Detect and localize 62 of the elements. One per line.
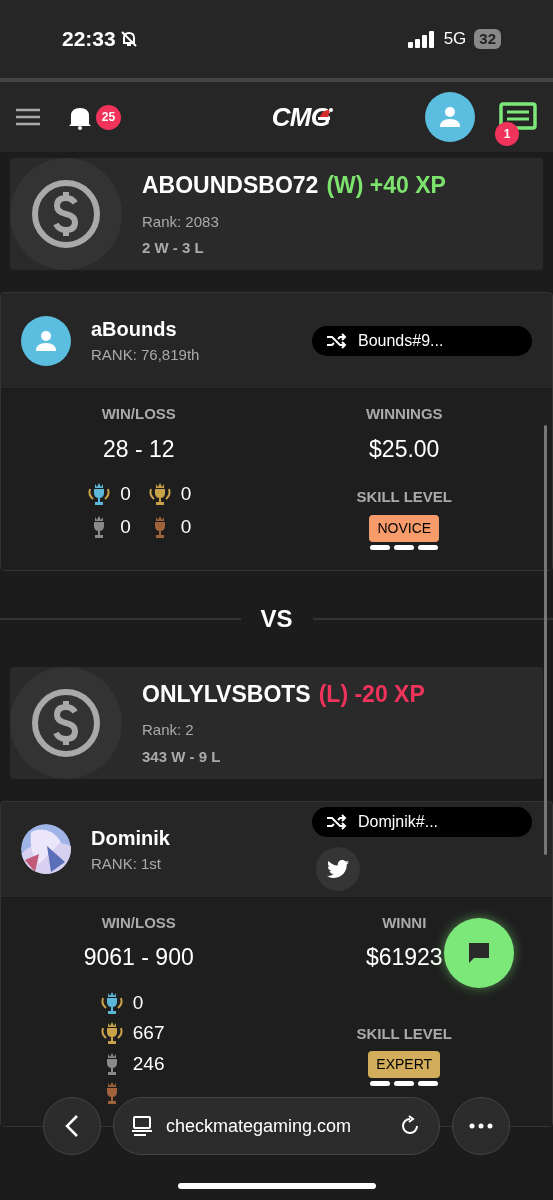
player-rank: Rank: 2083 — [142, 211, 220, 232]
player-name: ONLYLVSBOTS — [142, 679, 311, 709]
address-bar[interactable]: checkmategaming.com — [113, 1097, 440, 1155]
user-icon — [439, 106, 461, 128]
stat-label: WIN/LOSS — [101, 404, 176, 424]
trophy-count: 0 — [120, 482, 131, 506]
status-time: 22:33 — [62, 26, 116, 53]
stat-label: SKILL LEVEL — [356, 1023, 453, 1044]
match-result: (W) +40 XP — [326, 171, 446, 201]
player-rank: Rank: 2 — [142, 720, 195, 741]
stat-label: WIN/LOSS — [101, 912, 176, 933]
notification-badge: 25 — [96, 104, 121, 130]
shuffle-icon — [326, 814, 348, 830]
player-name: ABOUNDSBO72 — [142, 171, 319, 201]
signal-icon — [407, 30, 436, 48]
network-type: 5G — [443, 28, 467, 51]
gamer-tag: Domjnik#... — [358, 810, 439, 834]
chevron-left-icon — [65, 1114, 79, 1138]
player-record: 343 W - 9 L — [142, 746, 222, 767]
trophy-count: 0 — [132, 990, 144, 1015]
skill-bars-drawing — [370, 544, 439, 550]
message-badge: 1 — [495, 122, 519, 146]
battery-indicator: 32 — [474, 29, 501, 49]
menu-icon[interactable] — [16, 108, 40, 126]
url-text: checkmategaming.com — [166, 1114, 353, 1138]
trophy-count: 0 — [120, 514, 131, 539]
trophy-icon — [98, 1020, 125, 1047]
match-result: (L) -20 XP — [318, 679, 425, 709]
trophy-count: 0 — [180, 482, 192, 506]
skill-bars-drawing — [370, 1081, 439, 1086]
user-icon — [35, 329, 57, 352]
versus-label: VS — [260, 603, 293, 634]
win-loss-value: 9061 - 900 — [83, 943, 194, 972]
more-icon — [469, 1123, 493, 1129]
bell-off-icon — [119, 30, 138, 48]
dollar-coin-icon — [30, 178, 102, 250]
trophy-icon — [146, 481, 173, 508]
bird-icon — [327, 858, 349, 880]
profile-rank: RANK: 1st — [91, 853, 163, 874]
profile-rank: RANK: 76,819th — [91, 345, 201, 366]
skill-badge: EXPERT — [368, 1051, 441, 1078]
trophy-count: 246 — [132, 1051, 165, 1076]
shuffle-icon — [326, 332, 348, 349]
stat-label: WINNINGS — [365, 404, 443, 424]
winnings-value: $61923 — [365, 943, 443, 972]
profile-avatar-button[interactable] — [425, 92, 475, 142]
win-loss-value: 28 - 12 — [102, 434, 175, 464]
skill-badge: NOVICE — [369, 514, 440, 542]
twitter-button[interactable] — [316, 847, 360, 891]
profile-name: aBounds — [91, 317, 178, 343]
dollar-coin-icon — [30, 686, 102, 759]
stat-label: WINNI — [382, 912, 427, 933]
reader-icon — [132, 1115, 152, 1137]
trophy-count: 0 — [180, 514, 192, 539]
chat-icon — [467, 941, 491, 965]
winnings-value: $25.00 — [369, 434, 440, 464]
stat-label: SKILL LEVEL — [356, 487, 453, 507]
gamer-tag: Bounds#9... — [358, 328, 444, 353]
player-record: 2 W - 3 L — [142, 238, 205, 259]
trophy-count: 667 — [132, 1021, 165, 1045]
reload-icon[interactable] — [399, 1115, 421, 1137]
profile-name: Dominik — [91, 825, 171, 851]
